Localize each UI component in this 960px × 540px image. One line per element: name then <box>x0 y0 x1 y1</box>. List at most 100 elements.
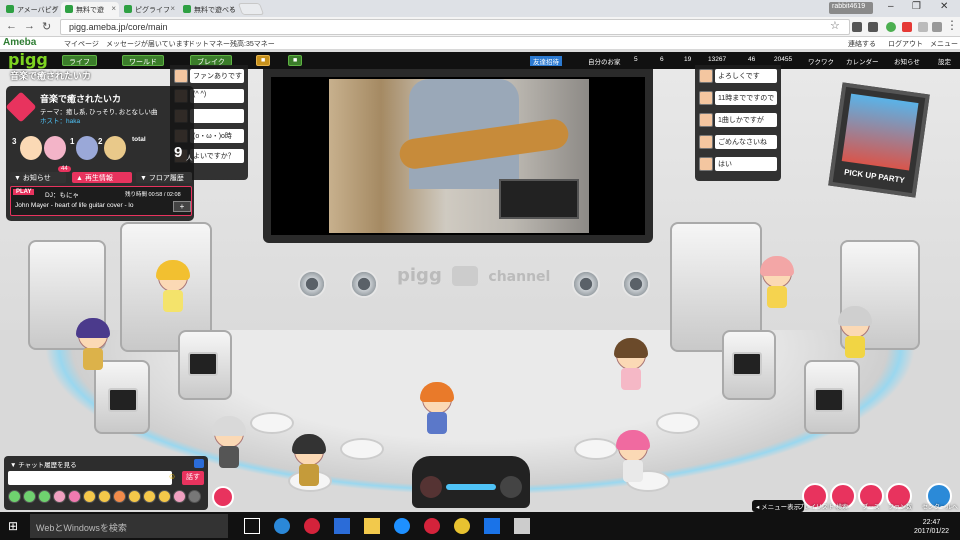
emote-icon[interactable] <box>83 490 96 503</box>
add-track-button[interactable]: + <box>173 201 191 212</box>
extension-icon[interactable] <box>886 22 896 32</box>
avatar[interactable] <box>614 430 652 484</box>
avatar[interactable] <box>758 256 796 310</box>
emote-icon[interactable] <box>53 490 66 503</box>
emote-icon[interactable] <box>158 490 171 503</box>
room-host[interactable]: ホスト：haka <box>40 115 80 125</box>
close-tab-icon[interactable]: × <box>52 4 57 13</box>
logout-link[interactable]: ログアウト <box>888 39 923 49</box>
member-avatar[interactable] <box>104 136 126 160</box>
extension-icon[interactable] <box>852 22 862 32</box>
ie-icon[interactable] <box>394 518 410 534</box>
emote-icon[interactable] <box>23 490 36 503</box>
turntable-icon[interactable] <box>420 476 442 498</box>
extension-icon[interactable] <box>918 22 928 32</box>
emote-icon[interactable] <box>173 490 186 503</box>
emote-icon[interactable] <box>68 490 81 503</box>
gift-icon[interactable]: ■ <box>256 55 271 66</box>
taskbar-search[interactable]: WebとWindowsを検索 <box>30 514 228 538</box>
opera-icon[interactable] <box>304 518 320 534</box>
message-link[interactable]: メッセージが届いています <box>106 39 190 49</box>
close-tab-icon[interactable]: × <box>229 4 234 13</box>
more-emotes-icon[interactable] <box>188 490 201 503</box>
bookmark-star-icon[interactable]: ☆ <box>830 19 840 32</box>
turntable-icon[interactable] <box>500 476 522 498</box>
settings-link[interactable]: 設定 <box>938 56 951 66</box>
send-button[interactable]: 話す <box>182 471 204 485</box>
avatar[interactable] <box>290 434 328 488</box>
task-view-icon[interactable] <box>244 518 260 534</box>
extension-icon[interactable] <box>932 22 942 32</box>
profile-badge[interactable]: rabbit4619 <box>829 2 873 14</box>
friend-invite-button[interactable]: 友達招待 <box>530 56 562 66</box>
browser-tab[interactable]: アメーバピグ × <box>2 2 60 17</box>
extension-icon[interactable] <box>868 22 878 32</box>
menu-toggle[interactable]: ◂ メニュー表示 <box>752 500 805 512</box>
emote-icon[interactable] <box>8 490 21 503</box>
emote-icon[interactable] <box>98 490 111 503</box>
edge-icon[interactable] <box>274 518 290 534</box>
store-icon[interactable] <box>334 518 350 534</box>
dropbox-icon[interactable] <box>484 518 500 534</box>
close-window-icon[interactable]: ✕ <box>940 1 948 12</box>
back-icon[interactable]: ← <box>6 20 17 32</box>
wakuwaku-link[interactable]: ワクワク <box>808 56 834 66</box>
avatar[interactable] <box>418 382 456 436</box>
close-tab-icon[interactable]: × <box>111 4 116 13</box>
reload-icon[interactable]: ↻ <box>42 20 51 33</box>
video-player[interactable] <box>263 69 653 243</box>
browser-menu-icon[interactable]: ⋮ <box>946 18 958 32</box>
emote-icon[interactable] <box>143 490 156 503</box>
emote-icon[interactable] <box>113 490 126 503</box>
browser-tab[interactable]: 無料で遊べる × <box>179 2 237 17</box>
clock[interactable]: 22:47 2017/01/22 <box>914 518 949 536</box>
tab-history[interactable]: ▼ フロア履歴 <box>136 172 192 183</box>
chat-history-link[interactable]: ▼ チャット履歴を見る <box>10 459 77 469</box>
mypage-link[interactable]: マイページ <box>64 39 99 49</box>
expand-icon[interactable] <box>194 459 204 468</box>
chrome-icon[interactable] <box>454 518 470 534</box>
windows-start-icon[interactable]: ⊞ <box>8 519 18 533</box>
avatar[interactable] <box>210 416 248 470</box>
shop-icon[interactable]: ■ <box>288 55 303 66</box>
emote-icon[interactable] <box>38 490 51 503</box>
chat-input[interactable] <box>8 471 172 485</box>
emoji-icon[interactable]: ☺ <box>168 472 176 481</box>
pickup-party-tv[interactable]: PICK UP PARTY <box>828 82 930 198</box>
maximize-icon[interactable]: ❐ <box>912 1 921 12</box>
notice-link[interactable]: お知らせ <box>894 56 920 66</box>
member-avatar[interactable] <box>20 136 42 160</box>
ameba-menu-link[interactable]: メニュー <box>930 39 958 49</box>
tab-playing[interactable]: ▲ 再生情報 <box>72 172 132 183</box>
emote-icon[interactable] <box>128 490 141 503</box>
video-screen[interactable] <box>271 77 645 235</box>
my-avatar-button[interactable] <box>212 486 234 508</box>
nav-life-button[interactable]: ライフ <box>62 55 97 66</box>
avatar[interactable] <box>612 338 650 392</box>
pigg-logo[interactable]: pigg <box>8 50 48 69</box>
dj-console[interactable] <box>412 456 530 508</box>
browser-tab[interactable]: ピグライフ × <box>120 2 178 17</box>
opera-icon[interactable] <box>424 518 440 534</box>
close-tab-icon[interactable]: × <box>170 4 175 13</box>
avatar[interactable] <box>154 260 192 314</box>
extension-icon[interactable] <box>902 22 912 32</box>
qr-icon[interactable] <box>514 518 530 534</box>
new-tab-button[interactable] <box>237 3 265 15</box>
browser-tab-active[interactable]: 無料で遊 × <box>61 2 119 17</box>
ameba-logo[interactable]: Ameba <box>3 37 36 48</box>
contact-link[interactable]: 連絡する <box>848 39 876 49</box>
my-home-link[interactable]: 自分のお家 <box>588 56 621 66</box>
minimize-icon[interactable]: – <box>888 1 894 12</box>
avatar[interactable] <box>74 318 112 372</box>
avatar[interactable] <box>836 306 874 360</box>
member-avatar[interactable] <box>44 136 66 160</box>
calendar-link[interactable]: カレンダー <box>846 56 879 66</box>
folder-icon[interactable] <box>364 518 380 534</box>
url-input[interactable]: pigg.ameba.jp/core/main <box>60 19 850 35</box>
dotmoney-link[interactable]: ドットマネー残高:35マネー <box>188 39 275 49</box>
tab-notice[interactable]: ▼ お知らせ <box>10 172 66 183</box>
nav-world-button[interactable]: ワールド <box>122 55 164 66</box>
member-avatar[interactable] <box>76 136 98 160</box>
forward-icon[interactable]: → <box>24 20 35 32</box>
